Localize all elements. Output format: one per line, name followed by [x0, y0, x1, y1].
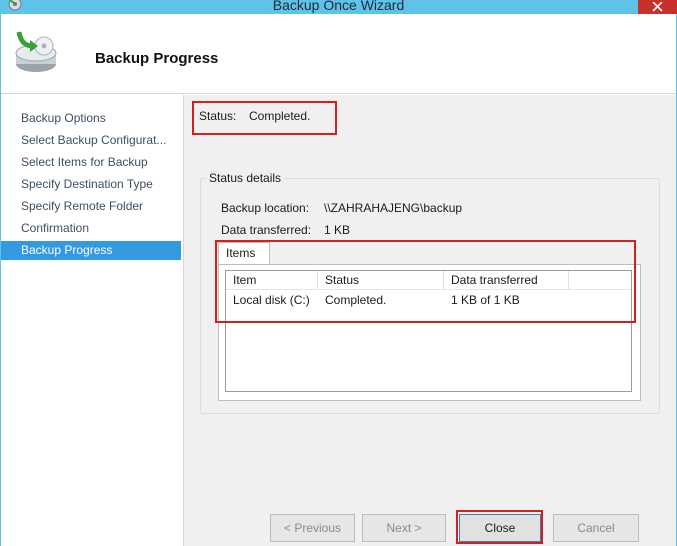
window-close-button[interactable] — [638, 0, 677, 14]
page-title: Backup Progress — [95, 50, 219, 67]
nav-item-confirmation[interactable]: Confirmation — [1, 219, 181, 238]
close-icon — [652, 2, 663, 12]
nav-item-backup-progress[interactable]: Backup Progress — [1, 241, 181, 260]
status-highlight-box — [192, 101, 337, 135]
window-title: Backup Once Wizard — [272, 0, 405, 13]
next-button[interactable]: Next > — [362, 514, 446, 542]
close-highlight-box — [456, 510, 543, 544]
backup-disk-icon — [11, 26, 61, 76]
nav-item-backup-options[interactable]: Backup Options — [1, 109, 181, 128]
nav-item-destination-type[interactable]: Specify Destination Type — [1, 175, 181, 194]
status-details-label: Status details — [206, 171, 285, 185]
title-bar: Backup Once Wizard — [0, 0, 677, 14]
wizard-window: Backup Progress Backup Options Select Ba… — [0, 14, 677, 546]
nav-item-select-items[interactable]: Select Items for Backup — [1, 153, 181, 172]
previous-button[interactable]: < Previous — [270, 514, 355, 542]
wizard-step-list: Backup Options Select Backup Configurat.… — [1, 95, 182, 546]
nav-item-select-backup-configuration[interactable]: Select Backup Configurat... — [1, 131, 181, 150]
data-transferred-value: 1 KB — [324, 223, 351, 237]
backup-location-value: \\ZAHRAHAJENG\backup — [324, 201, 463, 215]
wizard-content: Status: Completed. Status details Backup… — [183, 95, 676, 546]
wizard-header: Backup Progress — [1, 14, 676, 94]
cancel-button[interactable]: Cancel — [553, 514, 639, 542]
backup-location-label: Backup location: — [221, 201, 310, 215]
data-transferred-label: Data transferred: — [221, 223, 312, 237]
nav-item-remote-folder[interactable]: Specify Remote Folder — [1, 197, 181, 216]
items-highlight-box — [215, 240, 636, 323]
